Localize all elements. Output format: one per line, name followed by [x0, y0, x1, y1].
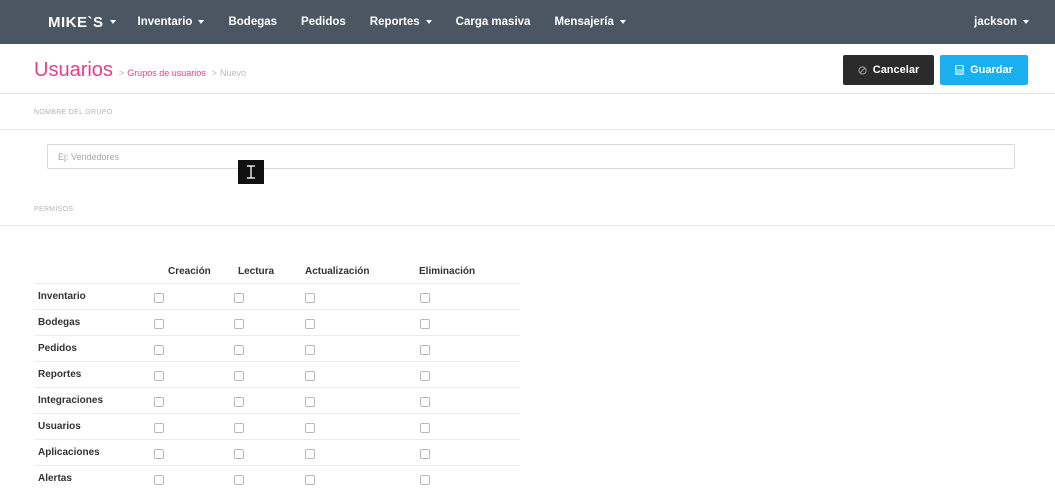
table-row: Aplicaciones — [34, 439, 520, 465]
text-cursor-icon — [238, 160, 264, 184]
group-name-input[interactable] — [47, 144, 1015, 169]
table-row: Inventario — [34, 283, 520, 309]
divider — [0, 129, 1055, 130]
brand-menu[interactable]: MIKE`S — [48, 14, 116, 31]
nav-menu: Inventario Bodegas Pedidos Reportes Carga ma… — [138, 16, 650, 28]
permissions-label: PERMISOS — [34, 206, 74, 213]
permission-checkbox[interactable] — [305, 293, 315, 303]
chevron-down-icon — [425, 20, 432, 24]
permission-checkbox[interactable] — [234, 397, 244, 407]
nav-item-label: Pedidos — [301, 16, 346, 28]
permission-checkbox[interactable] — [420, 397, 430, 407]
chevron-down-icon — [198, 20, 205, 24]
nav-item-pedidos[interactable]: Pedidos — [301, 16, 346, 28]
table-row: Reportes — [34, 361, 520, 387]
breadcrumb-link-grupos[interactable]: Grupos de usuarios — [127, 68, 206, 78]
permission-checkbox[interactable] — [305, 475, 315, 485]
permission-checkbox[interactable] — [154, 475, 164, 485]
nav-item-label: Inventario — [137, 16, 193, 28]
brand-name: MIKE`S — [48, 13, 104, 31]
permission-checkbox[interactable] — [420, 371, 430, 381]
column-header: Creación — [168, 266, 211, 277]
permission-checkbox[interactable] — [154, 397, 164, 407]
permission-checkbox[interactable] — [234, 319, 244, 329]
breadcrumb-separator: > — [118, 68, 125, 78]
permission-checkbox[interactable] — [154, 449, 164, 459]
row-label: Bodegas — [38, 317, 81, 328]
nav-item-reportes[interactable]: Reportes — [370, 16, 432, 28]
nav-item-bodegas[interactable]: Bodegas — [228, 16, 277, 28]
nav-item-mensajería[interactable]: Mensajería — [554, 16, 626, 28]
row-label: Usuarios — [38, 421, 81, 432]
permission-checkbox[interactable] — [305, 345, 315, 355]
permission-checkbox[interactable] — [234, 449, 244, 459]
page-title: Usuarios — [34, 59, 113, 81]
row-label: Reportes — [38, 369, 82, 380]
column-header: Eliminación — [419, 266, 476, 277]
permission-checkbox[interactable] — [305, 319, 315, 329]
breadcrumb-separator: > — [211, 68, 217, 78]
nav-item-label: Bodegas — [228, 16, 278, 28]
save-icon — [955, 65, 965, 75]
save-button[interactable]: Guardar — [940, 55, 1028, 85]
row-label: Integraciones — [38, 395, 104, 406]
table-row: Bodegas — [34, 309, 520, 335]
permission-checkbox[interactable] — [420, 319, 430, 329]
chevron-down-icon — [1023, 20, 1029, 24]
table-row: Usuarios — [34, 413, 520, 439]
top-navbar: MIKE`S Inventario Bodegas Pedidos Reportes C… — [0, 0, 1055, 44]
table-row: Pedidos — [34, 335, 520, 361]
cancel-label: Cancelar — [872, 64, 920, 76]
row-label: Pedidos — [38, 343, 77, 354]
permission-checkbox[interactable] — [305, 397, 315, 407]
permission-checkbox[interactable] — [420, 475, 430, 485]
permission-checkbox[interactable] — [420, 345, 430, 355]
permission-checkbox[interactable] — [420, 293, 430, 303]
permission-checkbox[interactable] — [154, 293, 164, 303]
row-label: Aplicaciones — [38, 447, 100, 458]
permission-checkbox[interactable] — [234, 293, 244, 303]
permission-checkbox[interactable] — [305, 423, 315, 433]
permission-checkbox[interactable] — [305, 449, 315, 459]
permission-checkbox[interactable] — [154, 345, 164, 355]
table-row: Integraciones — [34, 387, 520, 413]
chevron-down-icon — [619, 20, 626, 24]
nav-item-carga-masiva[interactable]: Carga masiva — [456, 16, 531, 28]
permission-checkbox[interactable] — [154, 319, 164, 329]
permission-checkbox[interactable] — [305, 371, 315, 381]
group-name-label: NOMBRE DEL GRUPO — [34, 109, 113, 116]
permission-checkbox[interactable] — [234, 423, 244, 433]
breadcrumb: Usuarios > Grupos de usuarios > Nuevo — [34, 59, 246, 82]
nav-item-label: Carga masiva — [455, 16, 531, 28]
breadcrumb-current: Nuevo — [220, 68, 247, 78]
user-name: jackson — [974, 16, 1017, 28]
chevron-down-icon — [109, 20, 116, 24]
permissions-table: Creación Lectura Actualización Eliminación … — [34, 261, 520, 488]
table-row: Alertas — [34, 465, 520, 488]
page-header: Usuarios > Grupos de usuarios > Nuevo Ca… — [0, 44, 1055, 94]
save-label: Guardar — [970, 64, 1013, 76]
column-header: Actualización — [305, 266, 370, 277]
permission-checkbox[interactable] — [420, 423, 430, 433]
divider — [0, 225, 1055, 226]
permission-checkbox[interactable] — [234, 371, 244, 381]
row-label: Alertas — [38, 473, 72, 484]
nav-item-label: Mensajería — [554, 16, 614, 28]
permissions-body: Inventario Bodegas Pedidos Reportes Integrac… — [34, 283, 520, 488]
permissions-header-row: Creación Lectura Actualización Eliminación — [34, 261, 520, 283]
permission-checkbox[interactable] — [154, 423, 164, 433]
cancel-button[interactable]: Cancelar — [843, 55, 934, 85]
permission-checkbox[interactable] — [420, 449, 430, 459]
nav-item-inventario[interactable]: Inventario — [138, 16, 205, 28]
row-label: Inventario — [38, 291, 86, 302]
user-menu[interactable]: jackson — [974, 0, 1029, 44]
permission-checkbox[interactable] — [234, 345, 244, 355]
permission-checkbox[interactable] — [154, 371, 164, 381]
permission-checkbox[interactable] — [234, 475, 244, 485]
ban-icon — [858, 65, 867, 75]
column-header: Lectura — [238, 266, 275, 277]
nav-item-label: Reportes — [369, 16, 420, 28]
